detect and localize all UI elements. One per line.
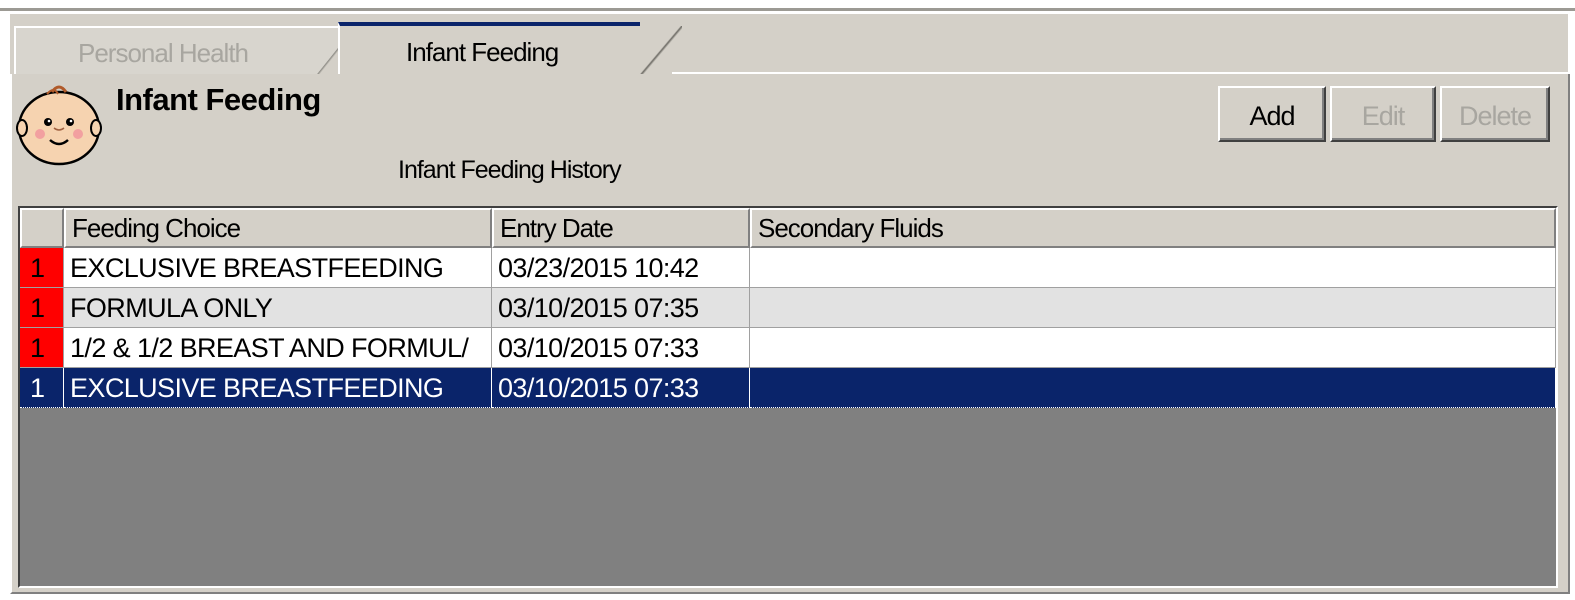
row-flag: 1 bbox=[20, 368, 64, 408]
tab-personal-health-label: Personal Health bbox=[78, 38, 249, 68]
section-subtitle: Infant Feeding History bbox=[398, 156, 622, 184]
column-header-secondary-fluids[interactable]: Secondary Fluids bbox=[750, 208, 1556, 248]
table-row-selected[interactable]: 1 EXCLUSIVE BREASTFEEDING 03/10/2015 07:… bbox=[20, 368, 1556, 408]
tab-infant-feeding[interactable]: Infant Feeding bbox=[338, 22, 640, 82]
baby-face-icon bbox=[16, 85, 102, 166]
entry-date-cell: 03/10/2015 07:35 bbox=[492, 288, 750, 328]
row-flag: 1 bbox=[20, 328, 64, 368]
tab-personal-health[interactable]: Personal Health bbox=[14, 26, 346, 78]
tab-infant-feeding-edge bbox=[638, 26, 682, 78]
table-row[interactable]: 1 1/2 & 1/2 BREAST AND FORMUL/ 03/10/201… bbox=[20, 328, 1556, 368]
delete-button[interactable]: Delete bbox=[1440, 86, 1550, 142]
table-row[interactable]: 1 FORMULA ONLY 03/10/2015 07:35 bbox=[20, 288, 1556, 328]
table-row[interactable]: 1 EXCLUSIVE BREASTFEEDING 03/23/2015 10:… bbox=[20, 248, 1556, 288]
feeding-choice-cell: EXCLUSIVE BREASTFEEDING bbox=[64, 248, 492, 288]
row-flag: 1 bbox=[20, 288, 64, 328]
table-header-row: Feeding Choice Entry Date Secondary Flui… bbox=[20, 208, 1556, 248]
tab-infant-feeding-label: Infant Feeding bbox=[406, 37, 559, 67]
page-title: Infant Feeding bbox=[116, 82, 321, 117]
top-border bbox=[0, 8, 1575, 11]
window: Personal Health Infant Feeding Infant Fe… bbox=[0, 0, 1575, 600]
tab-strip: Personal Health Infant Feeding bbox=[10, 14, 1568, 82]
panel-top-edge bbox=[672, 72, 1568, 74]
row-flag: 1 bbox=[20, 248, 64, 288]
secondary-fluids-cell bbox=[750, 288, 1556, 328]
entry-date-cell: 03/10/2015 07:33 bbox=[492, 328, 750, 368]
add-button[interactable]: Add bbox=[1218, 86, 1326, 142]
column-header-flag[interactable] bbox=[20, 208, 64, 248]
feeding-choice-cell: 1/2 & 1/2 BREAST AND FORMUL/ bbox=[64, 328, 492, 368]
column-header-feeding-choice[interactable]: Feeding Choice bbox=[64, 208, 492, 248]
secondary-fluids-cell bbox=[750, 368, 1556, 408]
column-header-entry-date[interactable]: Entry Date bbox=[492, 208, 750, 248]
secondary-fluids-cell bbox=[750, 248, 1556, 288]
secondary-fluids-cell bbox=[750, 328, 1556, 368]
feeding-history-table: Feeding Choice Entry Date Secondary Flui… bbox=[18, 206, 1558, 588]
feeding-choice-cell: FORMULA ONLY bbox=[64, 288, 492, 328]
entry-date-cell: 03/23/2015 10:42 bbox=[492, 248, 750, 288]
edit-button[interactable]: Edit bbox=[1330, 86, 1436, 142]
feeding-choice-cell: EXCLUSIVE BREASTFEEDING bbox=[64, 368, 492, 408]
entry-date-cell: 03/10/2015 07:33 bbox=[492, 368, 750, 408]
